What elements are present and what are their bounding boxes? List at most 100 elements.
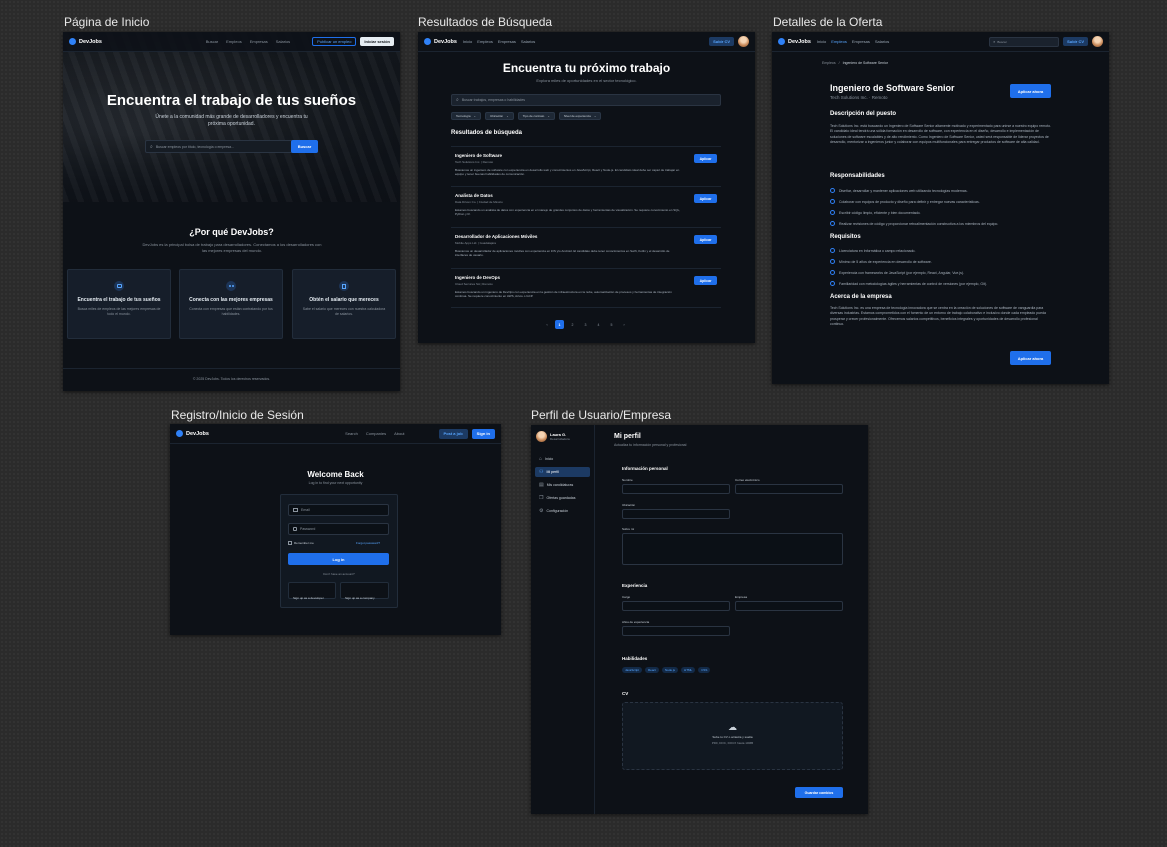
page-1[interactable]: 1 [555, 320, 564, 329]
avatar[interactable] [738, 36, 749, 47]
signin-nav-button[interactable]: Sign in [471, 428, 495, 439]
job-card[interactable]: Ingeniero de DevOps Cloud Services SA | … [451, 268, 721, 308]
nav-link-empleos[interactable]: Empleos [831, 39, 847, 44]
skill-tag[interactable]: JavaScript [622, 667, 643, 673]
description-text: Tech Solutions Inc. está buscando un Ing… [830, 124, 1052, 145]
page-5[interactable]: 5 [607, 323, 616, 327]
email-placeholder: Email [301, 508, 310, 512]
skill-tag[interactable]: Node.js [661, 667, 679, 673]
brand-logo[interactable]: DevJobs [424, 38, 457, 45]
sidebar-item-saved[interactable]: ❐ Ofertas guardadas [535, 493, 590, 503]
nav-link-empresas[interactable]: Empresas [498, 39, 516, 44]
brand-logo[interactable]: DevJobs [69, 38, 102, 45]
nav-link-search[interactable]: Search [345, 431, 358, 436]
cv-dropzone[interactable]: ☁ Sube tu CV o arrastra y suelta PDF, DO… [622, 702, 843, 770]
requirements-heading: Requisitos [830, 234, 861, 240]
hero-subtitle: Únete a la comunidad más grande de desar… [155, 114, 308, 127]
save-button[interactable]: Guardar cambios [795, 787, 843, 798]
name-field[interactable] [622, 484, 730, 494]
document-icon: ▤ [539, 482, 544, 488]
about-textarea[interactable] [622, 533, 843, 565]
avatar[interactable] [1092, 36, 1103, 47]
upload-cv-button[interactable]: Subir CV [709, 37, 734, 46]
page-2[interactable]: 2 [568, 323, 577, 327]
role-field[interactable] [622, 601, 730, 611]
sidebar-item-label: Mis candidaturas [546, 483, 574, 487]
job-card[interactable]: Analista de Datos Data Driven Co. | Ciud… [451, 186, 721, 227]
company-field[interactable] [735, 601, 843, 611]
avatar[interactable] [536, 431, 547, 442]
nav-search-input[interactable]: ⌕ Buscar [989, 36, 1060, 47]
hero-search-button[interactable]: Buscar [291, 140, 318, 153]
page-prev[interactable]: ‹ [543, 322, 551, 327]
password-field[interactable]: Password [288, 523, 389, 535]
page-4[interactable]: 4 [594, 323, 603, 327]
apply-button[interactable]: Aplicar [694, 194, 717, 203]
briefcase-icon [114, 281, 124, 291]
apply-button[interactable]: Aplicar [694, 276, 717, 285]
location-field[interactable] [622, 509, 730, 519]
nav-link-empleos[interactable]: Empleos [226, 39, 242, 44]
breadcrumb-root[interactable]: Empleos [822, 61, 836, 65]
nav-link-companies[interactable]: Companies [366, 431, 386, 436]
nav-link-salarios[interactable]: Salarios [276, 39, 290, 44]
nav-link-empresas[interactable]: Empresas [250, 39, 268, 44]
remember-checkbox[interactable] [288, 541, 292, 545]
skill-tag[interactable]: HTML [681, 667, 696, 673]
nav-link-empresas[interactable]: Empresas [852, 39, 870, 44]
brand-logo[interactable]: DevJobs [176, 430, 209, 437]
job-card[interactable]: Desarrollador de Aplicaciones Móviles Mo… [451, 227, 721, 268]
login-submit-button[interactable]: Log in [288, 553, 389, 565]
brand-name: DevJobs [788, 38, 811, 45]
signup-developer-label: Sign up as a developer [293, 596, 324, 600]
sidebar-item-applications[interactable]: ▤ Mis candidaturas [535, 480, 590, 490]
nav-link-inicio[interactable]: Inicio [463, 39, 472, 44]
filter-experience[interactable]: Nivel de experiencia ⌄ [558, 112, 602, 120]
nav-link-about[interactable]: About [394, 431, 404, 436]
mail-icon [293, 508, 298, 512]
requirements-list: Licenciatura en Informática o campo rela… [830, 245, 1070, 289]
page-next[interactable]: › [620, 322, 628, 327]
job-meta: Data Driven Co. | Ciudad de México [455, 200, 503, 204]
page-3[interactable]: 3 [581, 323, 590, 327]
hero-search-input[interactable]: ⌕ Buscar empleos por título, tecnología … [145, 140, 295, 153]
apply-button[interactable]: Aplicar [694, 154, 717, 163]
login-button[interactable]: Iniciar sesión [360, 37, 394, 46]
brand-logo[interactable]: DevJobs [778, 38, 811, 45]
sidebar-item-settings[interactable]: ⚙ Configuración [535, 506, 590, 516]
responsibilities-heading: Responsabilidades [830, 173, 885, 179]
apply-now-button[interactable]: Aplicar ahora [1010, 84, 1051, 98]
upload-cv-button[interactable]: Subir CV [1063, 37, 1088, 46]
filter-technology[interactable]: Tecnología ⌄ [451, 112, 482, 120]
apply-button[interactable]: Aplicar [694, 235, 717, 244]
login-screen: DevJobs Search Companies About Post a jo… [170, 424, 501, 635]
skill-tag[interactable]: React [645, 667, 659, 673]
field-label: Años de experiencia [622, 620, 650, 624]
search-input[interactable]: ⌕ Buscar trabajos, empresas o habilidade… [451, 94, 721, 106]
job-description: Estamos buscando un ingeniero de DevOps … [455, 290, 672, 299]
sidebar-item-home[interactable]: ⌂ Inicio [535, 454, 590, 464]
nav-link-inicio[interactable]: Inicio [817, 39, 826, 44]
remember-me[interactable]: Remember me [288, 541, 314, 545]
filter-location[interactable]: Ubicación ⌄ [485, 112, 514, 120]
nav-link-salarios[interactable]: Salarios [521, 39, 535, 44]
nav-link-empleos[interactable]: Empleos [477, 39, 493, 44]
nav-link-buscar[interactable]: Buscar [206, 39, 218, 44]
email-field[interactable]: Email [288, 504, 389, 516]
publish-job-button[interactable]: Publicar un empleo [312, 37, 357, 46]
sidebar-item-label: Mi perfil [546, 470, 559, 474]
signup-developer-button[interactable]: Sign up as a developer [288, 582, 336, 600]
apply-now-bottom-button[interactable]: Aplicar ahora [1010, 351, 1051, 365]
post-job-button[interactable]: Post a job [438, 428, 468, 439]
email-field[interactable] [735, 484, 843, 494]
sidebar-item-profile[interactable]: ⚇ Mi perfil [535, 467, 590, 477]
signup-company-button[interactable]: Sign up as a company [340, 582, 389, 600]
skill-tag[interactable]: CSS [698, 667, 711, 673]
years-field[interactable] [622, 626, 730, 636]
cv-upload-text: Sube tu CV o arrastra y suelta [712, 735, 753, 739]
forgot-password-link[interactable]: Forgot password? [356, 541, 380, 545]
chevron-down-icon: ⌄ [473, 114, 477, 118]
job-card[interactable]: Ingeniero de Software Tech Solutions Inc… [451, 146, 721, 186]
nav-link-salarios[interactable]: Salarios [875, 39, 889, 44]
filter-contract[interactable]: Tipo de contrato ⌄ [517, 112, 555, 120]
